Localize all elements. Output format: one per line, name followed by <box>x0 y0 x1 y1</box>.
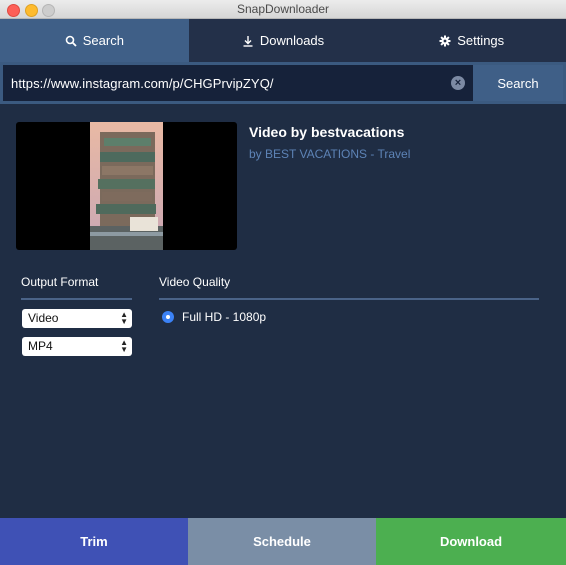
video-author[interactable]: by BEST VACATIONS - Travel <box>249 147 410 161</box>
video-title: Video by bestvacations <box>249 124 405 140</box>
extension-select-value: MP4 <box>28 339 53 353</box>
quality-radio-label[interactable]: Full HD - 1080p <box>182 310 266 324</box>
window-title: SnapDownloader <box>236 2 330 16</box>
chevron-updown-icon: ▲ ▼ <box>120 338 128 354</box>
tab-settings-label: Settings <box>457 33 505 48</box>
tab-downloads[interactable]: Downloads <box>188 19 378 62</box>
format-select-value: Video <box>28 311 59 325</box>
schedule-button[interactable]: Schedule <box>188 518 376 565</box>
gear-icon <box>439 35 451 46</box>
tab-search-label: Search <box>82 33 124 48</box>
url-input-value: https://www.instagram.com/p/CHGPrvipZYQ/ <box>11 76 274 91</box>
format-select[interactable]: Video ▲ ▼ <box>22 309 132 328</box>
download-icon <box>243 35 253 47</box>
url-input[interactable]: https://www.instagram.com/p/CHGPrvipZYQ/… <box>3 65 473 101</box>
quality-radio[interactable] <box>162 311 174 323</box>
tab-downloads-label: Downloads <box>259 33 325 48</box>
download-button[interactable]: Download <box>376 518 566 565</box>
output-format-label: Output Format <box>21 275 99 289</box>
url-bar: https://www.instagram.com/p/CHGPrvipZYQ/… <box>0 62 566 104</box>
video-thumbnail <box>16 122 237 250</box>
action-bar: Trim Schedule Download <box>0 518 566 565</box>
title-bar: SnapDownloader <box>0 0 566 19</box>
tab-bar: Search Downloads Settings <box>0 19 566 62</box>
tab-search[interactable]: Search <box>0 19 189 62</box>
trim-button[interactable]: Trim <box>0 518 188 565</box>
clear-icon[interactable]: × <box>451 76 465 90</box>
search-icon <box>65 35 77 47</box>
extension-select[interactable]: MP4 ▲ ▼ <box>22 337 132 356</box>
thumbnail-image <box>90 122 163 250</box>
tab-settings[interactable]: Settings <box>377 19 566 62</box>
chevron-updown-icon: ▲ ▼ <box>120 310 128 326</box>
search-button[interactable]: Search <box>473 65 563 101</box>
video-quality-label: Video Quality <box>159 275 231 289</box>
output-format-divider <box>21 298 132 300</box>
video-quality-divider <box>159 298 539 300</box>
